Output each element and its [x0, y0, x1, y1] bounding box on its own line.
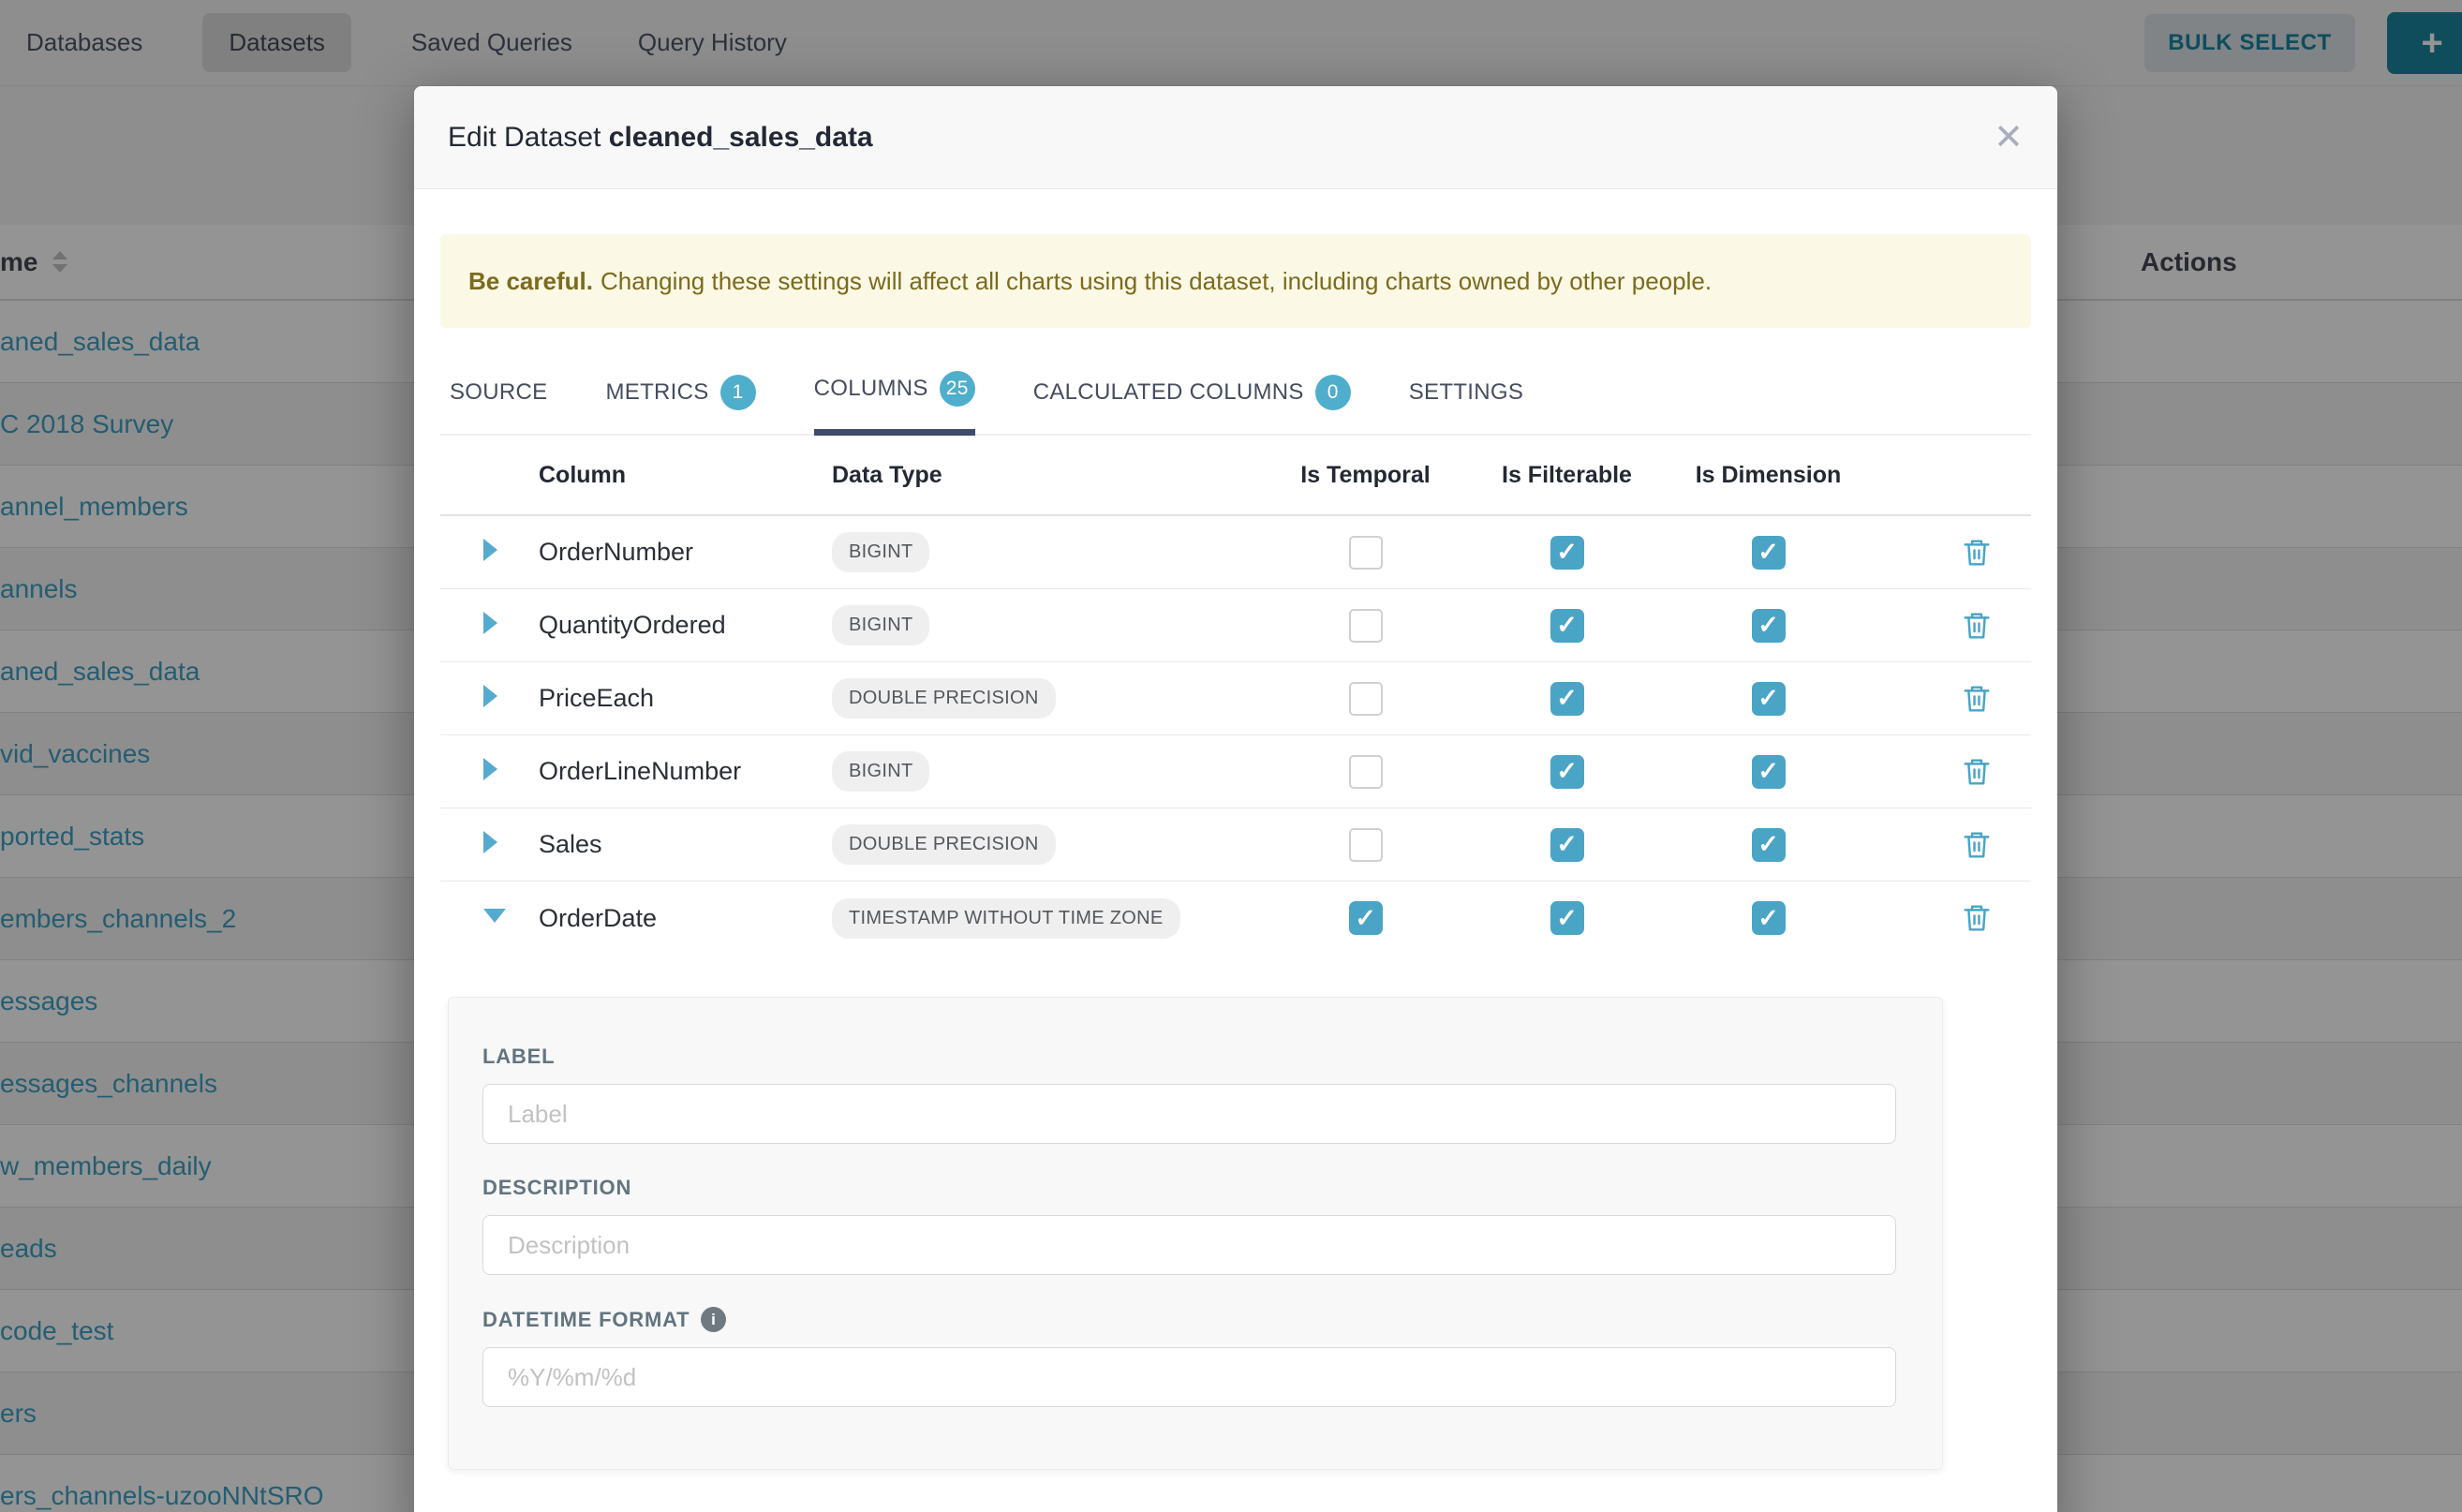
- tab-count-badge: 0: [1315, 375, 1351, 410]
- description-field-label: DESCRIPTION: [482, 1176, 1896, 1200]
- delete-column-icon[interactable]: [1963, 538, 1991, 568]
- modal-title-dataset-name: cleaned_sales_data: [609, 122, 873, 153]
- data-type-badge: BIGINT: [832, 605, 929, 645]
- tab-label: METRICS: [605, 379, 708, 406]
- tab-label: COLUMNS: [814, 376, 928, 402]
- is-filterable-header: Is Filterable: [1466, 462, 1668, 489]
- is-dimension-checkbox[interactable]: ✓: [1752, 755, 1786, 789]
- data-type-badge: DOUBLE PRECISION: [832, 824, 1056, 865]
- tab-label: CALCULATED COLUMNS: [1033, 379, 1304, 406]
- tab-source[interactable]: SOURCE: [450, 371, 547, 436]
- is-temporal-checkbox[interactable]: ✓: [1349, 536, 1383, 570]
- is-dimension-checkbox[interactable]: ✓: [1752, 682, 1786, 716]
- tab-calculated-columns[interactable]: CALCULATED COLUMNS 0: [1033, 371, 1351, 436]
- column-detail-panel: LABEL DESCRIPTION DATETIME FORMAT i: [448, 997, 1943, 1470]
- is-filterable-checkbox[interactable]: ✓: [1550, 755, 1584, 789]
- data-type-badge: TIMESTAMP WITHOUT TIME ZONE: [832, 898, 1180, 939]
- column-name: OrderNumber: [539, 538, 693, 566]
- is-filterable-checkbox[interactable]: ✓: [1550, 682, 1584, 716]
- modal-tabs: SOURCE METRICS 1 COLUMNS 25 CALCULATED C…: [440, 371, 2031, 436]
- column-name: OrderLineNumber: [539, 757, 741, 785]
- is-dimension-checkbox[interactable]: ✓: [1752, 609, 1786, 643]
- is-temporal-checkbox[interactable]: ✓: [1349, 755, 1383, 789]
- is-dimension-checkbox[interactable]: ✓: [1752, 536, 1786, 570]
- tab-count-badge: 1: [720, 375, 756, 410]
- is-dimension-checkbox[interactable]: ✓: [1752, 901, 1786, 935]
- expand-caret-icon[interactable]: [483, 539, 497, 561]
- delete-column-icon[interactable]: [1963, 684, 1991, 714]
- delete-column-icon[interactable]: [1963, 611, 1991, 641]
- datetime-format-field-label: DATETIME FORMAT i: [482, 1307, 1896, 1332]
- delete-column-icon[interactable]: [1963, 830, 1991, 860]
- warning-banner: Be careful. Changing these settings will …: [440, 234, 2031, 328]
- close-icon[interactable]: ✕: [1994, 120, 2024, 156]
- is-temporal-checkbox[interactable]: ✓: [1349, 901, 1383, 935]
- modal-title: Edit Dataset cleaned_sales_data: [448, 122, 873, 154]
- delete-column-icon[interactable]: [1963, 903, 1991, 933]
- expand-caret-icon[interactable]: [483, 758, 497, 780]
- edit-dataset-modal: Edit Dataset cleaned_sales_data ✕ Be car…: [414, 86, 2057, 1512]
- column-row: QuantityOrdered BIGINT ✓ ✓ ✓: [440, 589, 2031, 662]
- is-dimension-checkbox[interactable]: ✓: [1752, 828, 1786, 862]
- warning-text: Changing these settings will affect all …: [601, 267, 1712, 295]
- column-header: Column: [525, 462, 815, 489]
- tab-count-badge: 25: [940, 371, 975, 407]
- label-input[interactable]: [482, 1084, 1896, 1144]
- column-name: QuantityOrdered: [539, 611, 726, 639]
- tab-label: SOURCE: [450, 379, 547, 406]
- is-dimension-header: Is Dimension: [1668, 462, 1869, 489]
- column-row: OrderDate TIMESTAMP WITHOUT TIME ZONE ✓ …: [440, 882, 2031, 955]
- info-icon[interactable]: i: [701, 1307, 726, 1332]
- data-type-header: Data Type: [815, 462, 1265, 489]
- is-temporal-checkbox[interactable]: ✓: [1349, 828, 1383, 862]
- tab-columns[interactable]: COLUMNS 25: [814, 371, 975, 436]
- delete-column-icon[interactable]: [1963, 757, 1991, 787]
- columns-table-header: Column Data Type Is Temporal Is Filterab…: [440, 436, 2031, 516]
- expand-caret-icon[interactable]: [483, 831, 497, 853]
- datetime-format-input[interactable]: [482, 1347, 1896, 1407]
- columns-table-body: OrderNumber BIGINT ✓ ✓ ✓ QuantityOrdered…: [440, 516, 2031, 955]
- modal-title-prefix: Edit Dataset: [448, 122, 601, 153]
- is-filterable-checkbox[interactable]: ✓: [1550, 609, 1584, 643]
- tab-settings[interactable]: SETTINGS: [1409, 371, 1523, 436]
- column-row: OrderNumber BIGINT ✓ ✓ ✓: [440, 516, 2031, 589]
- expand-caret-icon[interactable]: [483, 685, 497, 707]
- datasets-page: Databases Datasets Saved Queries Query H…: [0, 0, 2462, 1512]
- data-type-badge: BIGINT: [832, 751, 929, 792]
- warning-bold-text: Be careful.: [468, 267, 593, 295]
- label-field-label: LABEL: [482, 1045, 1896, 1069]
- is-filterable-checkbox[interactable]: ✓: [1550, 536, 1584, 570]
- description-input[interactable]: [482, 1215, 1896, 1275]
- datetime-format-label-text: DATETIME FORMAT: [482, 1308, 690, 1332]
- is-temporal-header: Is Temporal: [1265, 462, 1466, 489]
- expand-caret-icon[interactable]: [483, 612, 497, 634]
- column-row: Sales DOUBLE PRECISION ✓ ✓ ✓: [440, 808, 2031, 882]
- column-name: PriceEach: [539, 684, 654, 712]
- tab-metrics[interactable]: METRICS 1: [605, 371, 755, 436]
- is-temporal-checkbox[interactable]: ✓: [1349, 682, 1383, 716]
- column-row: OrderLineNumber BIGINT ✓ ✓ ✓: [440, 735, 2031, 808]
- expand-caret-icon[interactable]: [483, 909, 506, 923]
- is-temporal-checkbox[interactable]: ✓: [1349, 609, 1383, 643]
- is-filterable-checkbox[interactable]: ✓: [1550, 828, 1584, 862]
- data-type-badge: BIGINT: [832, 532, 929, 572]
- column-name: OrderDate: [539, 904, 657, 932]
- column-name: Sales: [539, 830, 602, 858]
- is-filterable-checkbox[interactable]: ✓: [1550, 901, 1584, 935]
- column-row: PriceEach DOUBLE PRECISION ✓ ✓ ✓: [440, 662, 2031, 735]
- data-type-badge: DOUBLE PRECISION: [832, 678, 1056, 719]
- tab-label: SETTINGS: [1409, 379, 1523, 406]
- modal-body: Be careful. Changing these settings will …: [414, 234, 2057, 1470]
- modal-header: Edit Dataset cleaned_sales_data ✕: [414, 86, 2057, 189]
